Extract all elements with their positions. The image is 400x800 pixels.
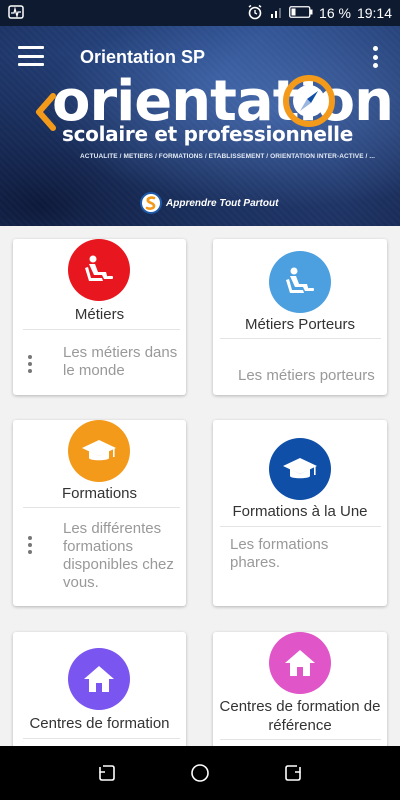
category-grid: Métiers Les métiers dans le monde Métier… [0, 226, 400, 746]
card-divider [23, 738, 180, 739]
home-icon [68, 648, 130, 710]
card-centres-de-formation[interactable]: Centres de formation [13, 632, 186, 746]
card-title: Formations [61, 485, 138, 502]
card-divider [220, 338, 381, 339]
banner-slogan: Apprendre Tout Partout [140, 192, 278, 214]
app-title: Orientation SP [80, 47, 206, 67]
home-icon [269, 632, 331, 694]
graduation-cap-icon [269, 438, 331, 500]
card-metiers-porteurs[interactable]: Métiers Porteurs Les métiers porteurs [213, 239, 387, 395]
seat-icon [269, 251, 331, 313]
overflow-menu-icon[interactable] [368, 46, 382, 68]
card-menu-icon[interactable] [27, 536, 33, 554]
header-banner: Orientation SP orientation scolaire et p… [0, 26, 400, 226]
card-formations[interactable]: Formations Les différentes formations di… [13, 420, 186, 606]
back-icon[interactable] [283, 763, 303, 783]
card-title: Métiers Porteurs [244, 316, 356, 333]
battery-percentage: 16 % [319, 5, 351, 21]
graduation-cap-icon [68, 420, 130, 482]
hamburger-menu-icon[interactable] [18, 46, 44, 66]
slogan-text: Apprendre Tout Partout [166, 197, 279, 209]
card-description: Les métiers dans le monde [63, 344, 178, 379]
card-description: Les différentes formations disponibles c… [63, 520, 174, 591]
card-title: Formations à la Une [232, 503, 368, 520]
card-divider [220, 526, 381, 527]
clock: 19:14 [356, 5, 392, 21]
card-description: Les formations phares. [230, 536, 329, 571]
system-navigation-bar [0, 746, 400, 800]
compass-icon [283, 75, 335, 127]
card-divider [220, 739, 381, 740]
card-title: Centres de formation de référence [219, 698, 381, 734]
card-description: Les métiers porteurs [238, 367, 375, 384]
brand-logo [140, 192, 162, 214]
recents-icon[interactable] [97, 763, 117, 783]
card-divider [23, 507, 180, 508]
banner-tags: ACTUALITE / METIERS / FORMATIONS / ETABL… [80, 153, 376, 160]
card-title: Centres de formation [29, 715, 170, 732]
card-centres-de-reference[interactable]: Centres de formation de référence [213, 632, 387, 746]
card-title: Métiers [74, 306, 125, 323]
status-bar: 16 % 19:14 [0, 0, 400, 26]
alarm-icon [247, 4, 263, 23]
home-circle-icon[interactable] [190, 763, 210, 783]
card-divider [23, 329, 180, 330]
battery-icon [289, 5, 313, 21]
seat-icon [68, 239, 130, 301]
activity-icon [8, 4, 24, 22]
banner-subtitle: scolaire et professionnelle [62, 122, 353, 146]
card-menu-icon[interactable] [27, 355, 33, 373]
signal-icon [269, 5, 283, 22]
card-metiers[interactable]: Métiers Les métiers dans le monde [13, 239, 186, 395]
card-formations-a-la-une[interactable]: Formations à la Une Les formations phare… [213, 420, 387, 606]
